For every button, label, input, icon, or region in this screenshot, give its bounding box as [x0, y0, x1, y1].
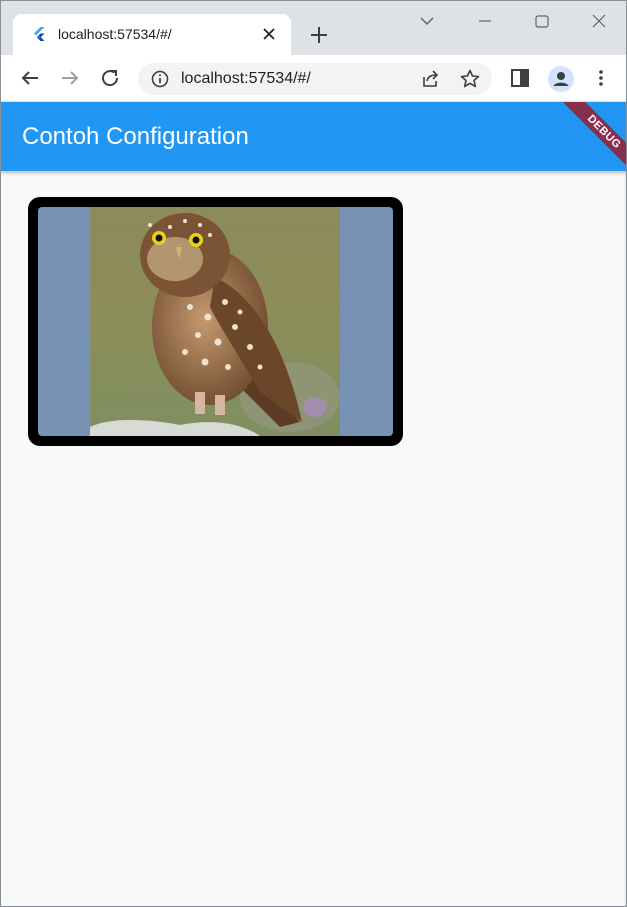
image-frame — [28, 197, 403, 446]
owl-photo — [90, 207, 340, 436]
close-icon[interactable] — [259, 24, 279, 44]
tab-title: localhost:57534/#/ — [58, 26, 172, 42]
profile-avatar-icon[interactable] — [548, 66, 574, 92]
window-close-icon[interactable] — [585, 9, 613, 33]
url-text[interactable]: localhost:57534/#/ — [181, 70, 311, 88]
star-icon[interactable] — [458, 67, 482, 91]
arrow-right-icon[interactable] — [58, 66, 82, 90]
flutter-icon — [31, 26, 47, 42]
maximize-icon[interactable] — [528, 9, 556, 33]
debug-banner: DEBUG — [559, 102, 626, 171]
plus-icon[interactable] — [307, 23, 331, 47]
page-title: Contoh Configuration — [22, 123, 249, 150]
browser-toolbar: localhost:57534/#/ — [1, 55, 626, 102]
browser-window: localhost:57534/#/ localhost:57534/#/ Co… — [0, 0, 627, 907]
arrow-left-icon[interactable] — [18, 66, 42, 90]
info-icon[interactable] — [148, 67, 172, 91]
app-bar: Contoh Configuration DEBUG — [1, 102, 626, 171]
kebab-menu-icon[interactable] — [589, 66, 613, 90]
tab-strip: localhost:57534/#/ — [1, 1, 626, 55]
image-container — [38, 207, 393, 436]
browser-tab[interactable]: localhost:57534/#/ — [13, 14, 291, 55]
sidepanel-icon[interactable] — [508, 66, 532, 90]
share-icon[interactable] — [418, 67, 442, 91]
chevron-down-icon[interactable] — [413, 9, 441, 33]
reload-icon[interactable] — [98, 66, 122, 90]
minimize-icon[interactable] — [471, 9, 499, 33]
address-bar[interactable]: localhost:57534/#/ — [138, 63, 492, 95]
page-edge-shadow — [623, 171, 626, 906]
